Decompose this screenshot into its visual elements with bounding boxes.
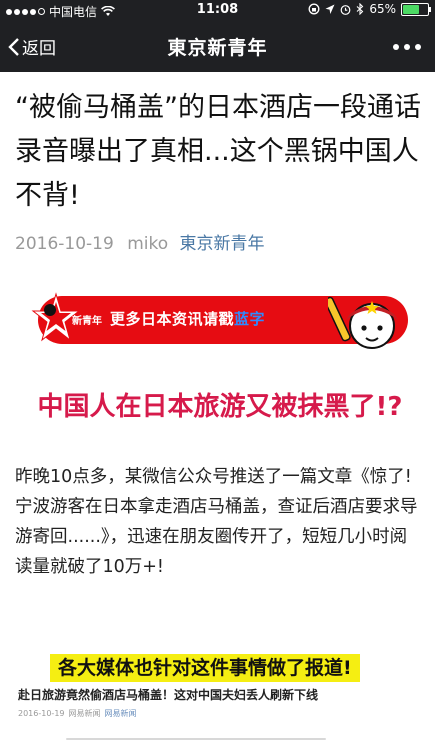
more-dot xyxy=(393,44,399,50)
alarm-icon xyxy=(340,4,351,15)
article-title: “被偷马桶盖”的日本酒店一段通话录音曝出了真相...这个黑锅中国人不背! xyxy=(15,92,421,211)
embed-highlight-text: 各大媒体也针对这件事情做了报道! xyxy=(50,654,360,682)
account-link[interactable]: 東京新青年 xyxy=(180,234,265,254)
article-body: 昨晚10点多，某微信公众号推送了一篇文章《惊了!宁波游客在日本拿走酒店马桶盖，查… xyxy=(15,467,418,577)
divider xyxy=(66,738,326,740)
status-bar: 中国电信 11:08 65% xyxy=(0,0,435,20)
nav-bar: 返回 東京新青年 xyxy=(0,20,435,72)
banner-logo-text: 新青年 xyxy=(72,316,102,327)
banner-text-highlight: 蓝字 xyxy=(234,310,266,328)
embed-source-link: 网易新闻 xyxy=(104,709,137,718)
more-dot xyxy=(404,44,410,50)
battery-percent: 65% xyxy=(369,2,396,16)
embedded-screenshot: 各大媒体也针对这件事情做了报道! 赴日旅游竟然偷酒店马桶盖！这对中国夫妇丢人刷新… xyxy=(16,648,420,748)
battery-icon xyxy=(401,2,431,16)
banner-text: 更多日本资讯请戳蓝字 xyxy=(110,308,265,329)
article-author: miko xyxy=(127,234,169,254)
embed-headline: 赴日旅游竟然偷酒店马桶盖！这对中国夫妇丢人刷新下线 xyxy=(18,688,319,702)
nav-title: 東京新青年 xyxy=(167,37,268,59)
article-date: 2016-10-19 xyxy=(15,234,114,254)
status-right: 65% xyxy=(308,2,431,16)
rotation-lock-icon xyxy=(308,3,320,15)
location-icon xyxy=(325,4,335,14)
embed-date: 2016-10-19 xyxy=(18,709,65,718)
more-button[interactable] xyxy=(393,44,421,50)
promo-banner[interactable]: 新青年 更多日本资讯请戳蓝字 xyxy=(16,290,418,352)
section-headline: 中国人在日本旅游又被抹黑了!? xyxy=(37,392,403,422)
mascot-icon xyxy=(328,296,398,349)
bluetooth-icon xyxy=(356,3,364,15)
more-dot xyxy=(415,44,421,50)
banner-text-prefix: 更多日本资讯请戳 xyxy=(110,310,235,328)
embed-meta: 2016-10-19 网易新闻 网易新闻 xyxy=(18,708,137,719)
embed-source: 网易新闻 xyxy=(68,709,101,718)
article-meta: 2016-10-19 miko 東京新青年 xyxy=(15,229,265,254)
battery-fill xyxy=(403,4,419,14)
